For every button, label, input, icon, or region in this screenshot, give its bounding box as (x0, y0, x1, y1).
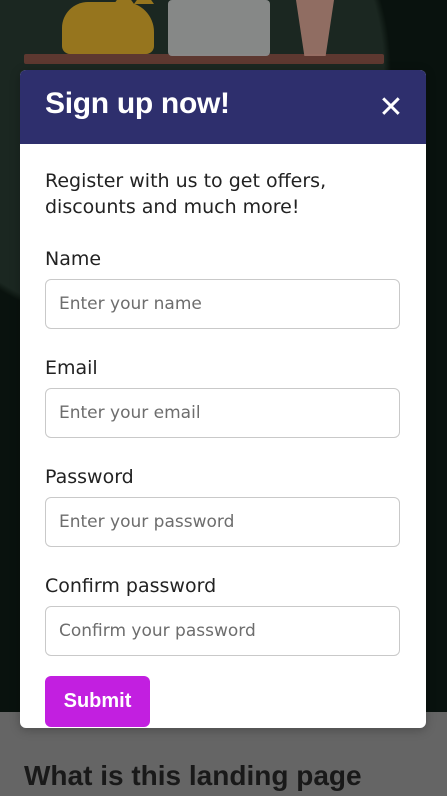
confirm-password-label: Confirm password (45, 575, 217, 597)
name-label: Name (45, 248, 102, 270)
modal-intro-text: Register with us to get offers, discount… (45, 170, 327, 218)
modal-header: Sign up now! ✕ (20, 70, 426, 144)
submit-button[interactable]: Submit (45, 676, 150, 727)
close-icon: ✕ (378, 89, 404, 125)
name-input[interactable] (45, 279, 400, 329)
page: What is this landing page Sign up now! ✕… (0, 0, 447, 796)
close-button[interactable]: ✕ (374, 89, 408, 125)
email-label: Email (45, 357, 98, 379)
confirm-password-input[interactable] (45, 606, 400, 656)
signup-modal: Sign up now! ✕ Register with us to get o… (20, 70, 426, 728)
password-input[interactable] (45, 497, 400, 547)
email-input[interactable] (45, 388, 400, 438)
modal-title: Sign up now! (45, 87, 230, 120)
password-label: Password (45, 466, 134, 488)
modal-body: Register with us to get offers, discount… (20, 144, 426, 727)
